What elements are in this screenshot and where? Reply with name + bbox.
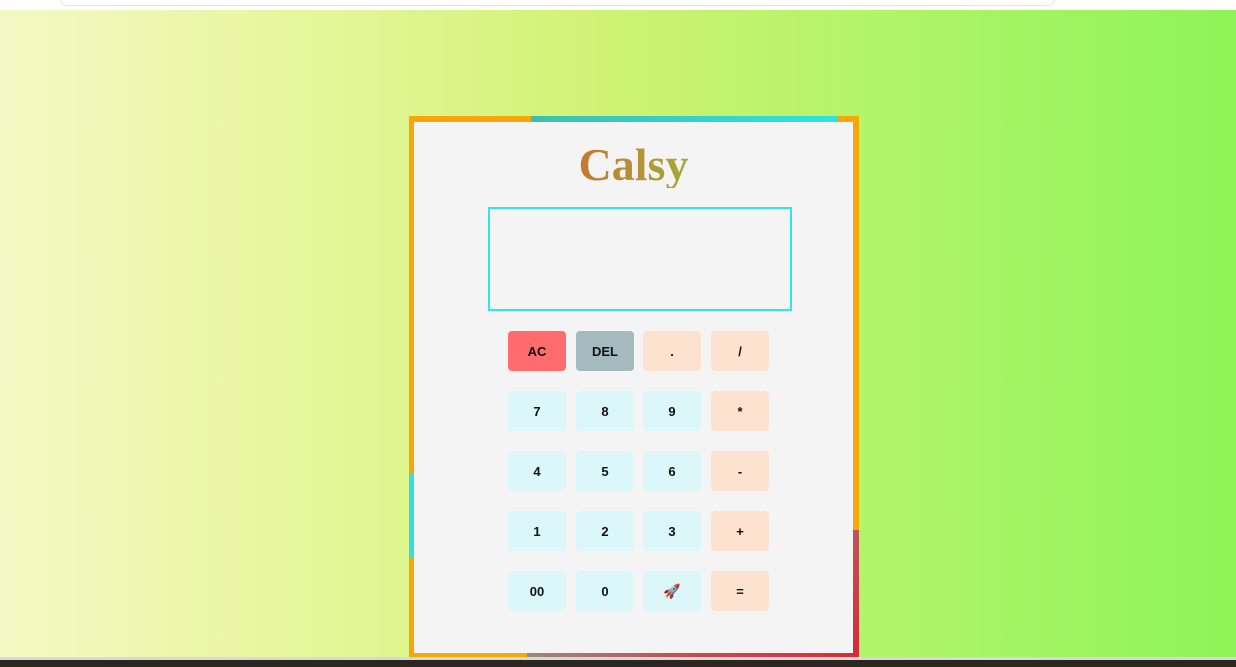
rocket-icon: 🚀: [663, 582, 681, 599]
frame-accent-right: [853, 530, 859, 657]
subtract-button[interactable]: -: [711, 451, 769, 491]
digit-4-button[interactable]: 4: [508, 451, 566, 491]
bottom-divider: [0, 657, 1236, 660]
multiply-button[interactable]: *: [711, 391, 769, 431]
digit-7-button[interactable]: 7: [508, 391, 566, 431]
rocket-button[interactable]: 🚀: [643, 571, 701, 611]
calculator-frame: Calsy AC DEL . / 7 8 9 * 4 5 6 - 1 2 3 +…: [409, 116, 859, 657]
app-title: Calsy: [414, 142, 853, 188]
equals-button[interactable]: =: [711, 571, 769, 611]
digit-3-button[interactable]: 3: [643, 511, 701, 551]
digit-0-button[interactable]: 0: [576, 571, 634, 611]
add-button[interactable]: +: [711, 511, 769, 551]
delete-button[interactable]: DEL: [576, 331, 634, 371]
double-zero-button[interactable]: 00: [508, 571, 566, 611]
decimal-button[interactable]: .: [643, 331, 701, 371]
digit-8-button[interactable]: 8: [576, 391, 634, 431]
digit-1-button[interactable]: 1: [508, 511, 566, 551]
divide-button[interactable]: /: [711, 331, 769, 371]
frame-accent-left: [409, 474, 413, 558]
address-bar-edge: [60, 0, 1055, 6]
digit-9-button[interactable]: 9: [643, 391, 701, 431]
calculator-display[interactable]: [488, 207, 792, 311]
digit-5-button[interactable]: 5: [576, 451, 634, 491]
browser-top-bar: [0, 0, 1236, 10]
browser-bottom-bar: [0, 657, 1236, 667]
digit-6-button[interactable]: 6: [643, 451, 701, 491]
calculator: Calsy AC DEL . / 7 8 9 * 4 5 6 - 1 2 3 +…: [414, 122, 853, 653]
clear-all-button[interactable]: AC: [508, 331, 566, 371]
digit-2-button[interactable]: 2: [576, 511, 634, 551]
